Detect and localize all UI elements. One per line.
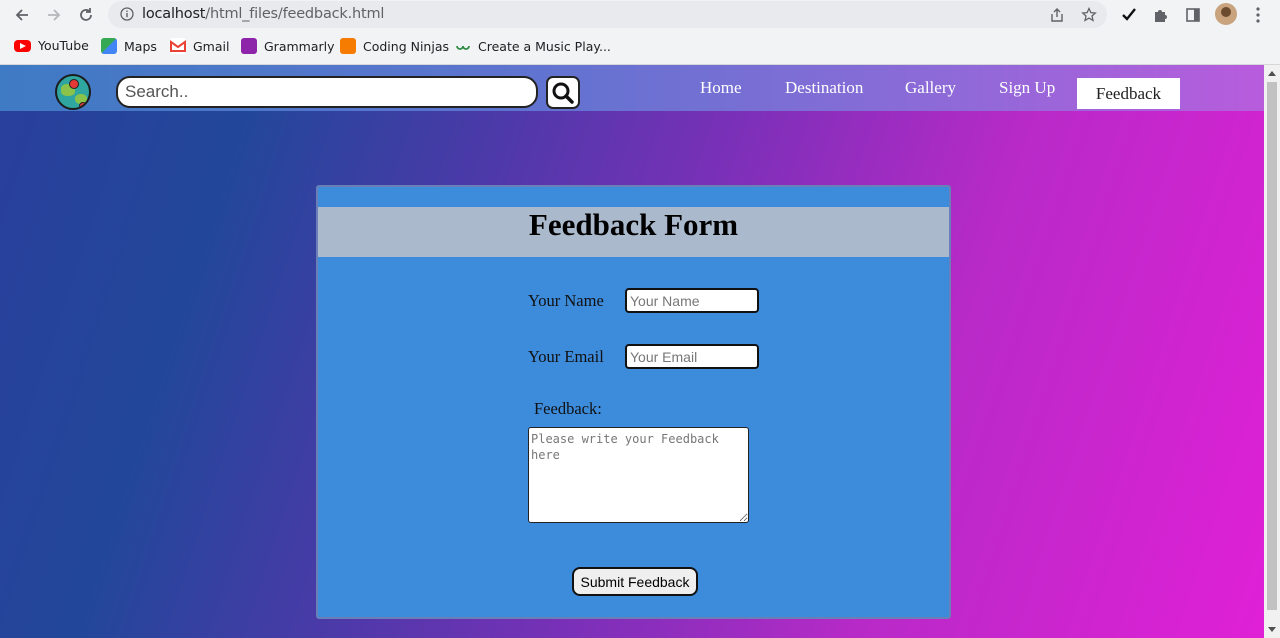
- bookmark-maps[interactable]: Maps: [101, 38, 157, 54]
- star-icon[interactable]: [1080, 6, 1098, 24]
- profile-avatar[interactable]: [1215, 3, 1237, 25]
- scrollbar-thumb[interactable]: [1267, 82, 1277, 610]
- bookmark-music-playlist[interactable]: Create a Music Play...: [455, 38, 611, 54]
- info-icon[interactable]: [120, 7, 134, 21]
- bookmarks-bar: YouTube Maps Gmail Grammarly Coding Ninj…: [0, 29, 1280, 65]
- nav-link-gallery[interactable]: Gallery: [905, 78, 956, 98]
- bookmark-label: YouTube: [38, 38, 89, 53]
- bookmark-label: Gmail: [193, 38, 230, 54]
- youtube-icon: [14, 39, 31, 52]
- submit-feedback-button[interactable]: Submit Feedback: [572, 567, 698, 596]
- forward-icon[interactable]: [43, 4, 65, 26]
- page-viewport: Home Destination Gallery Sign Up Feedbac…: [0, 65, 1264, 638]
- search-input[interactable]: [116, 76, 538, 108]
- bookmark-grammarly[interactable]: Grammarly: [241, 38, 335, 54]
- browser-toolbar: localhost/html_files/feedback.html: [0, 0, 1280, 29]
- bookmark-label: Create a Music Play...: [478, 38, 611, 54]
- scroll-up-arrow-icon[interactable]: [1268, 71, 1276, 76]
- coding-ninjas-icon: [340, 38, 356, 54]
- name-label: Your Name: [528, 291, 604, 310]
- gfg-icon: [455, 38, 471, 54]
- bookmark-label: Coding Ninjas: [363, 38, 450, 54]
- maps-icon: [101, 38, 117, 54]
- share-icon[interactable]: [1048, 6, 1066, 24]
- grammarly-icon: [241, 38, 257, 54]
- name-input[interactable]: [625, 288, 759, 313]
- nav-link-destination[interactable]: Destination: [785, 78, 863, 98]
- reload-icon[interactable]: [75, 4, 97, 26]
- scroll-down-arrow-icon[interactable]: [1268, 627, 1276, 632]
- address-bar[interactable]: localhost/html_files/feedback.html: [108, 1, 1107, 28]
- bookmark-label: Grammarly: [264, 38, 335, 54]
- side-panel-icon[interactable]: [1182, 4, 1204, 26]
- url-text: localhost/html_files/feedback.html: [142, 6, 385, 22]
- checkmark-extension-icon[interactable]: [1118, 4, 1140, 26]
- email-label: Your Email: [528, 347, 604, 366]
- feedback-textarea[interactable]: [528, 427, 749, 523]
- nav-link-home[interactable]: Home: [700, 78, 742, 98]
- feedback-label: Feedback:: [534, 399, 602, 418]
- puzzle-icon[interactable]: [1150, 4, 1172, 26]
- search-button[interactable]: [546, 76, 580, 109]
- feedback-form-card: Feedback Form Your Name Your Email Feedb…: [316, 185, 951, 619]
- bookmark-label: Maps: [124, 38, 157, 54]
- site-navbar: Home Destination Gallery Sign Up Feedbac…: [0, 65, 1264, 111]
- bookmark-coding-ninjas[interactable]: Coding Ninjas: [340, 38, 449, 54]
- gmail-icon: [170, 38, 186, 54]
- email-input[interactable]: [625, 344, 759, 369]
- bookmark-youtube[interactable]: YouTube: [14, 38, 89, 53]
- form-title: Feedback Form: [528, 207, 739, 242]
- globe-logo-icon[interactable]: [55, 74, 91, 110]
- kebab-menu-icon[interactable]: [1247, 4, 1269, 26]
- nav-link-feedback[interactable]: Feedback: [1077, 78, 1180, 109]
- bookmark-gmail[interactable]: Gmail: [170, 38, 229, 54]
- page-scrollbar[interactable]: [1264, 65, 1280, 638]
- search-icon: [552, 82, 574, 104]
- nav-link-sign-up[interactable]: Sign Up: [999, 78, 1055, 98]
- back-icon[interactable]: [11, 4, 33, 26]
